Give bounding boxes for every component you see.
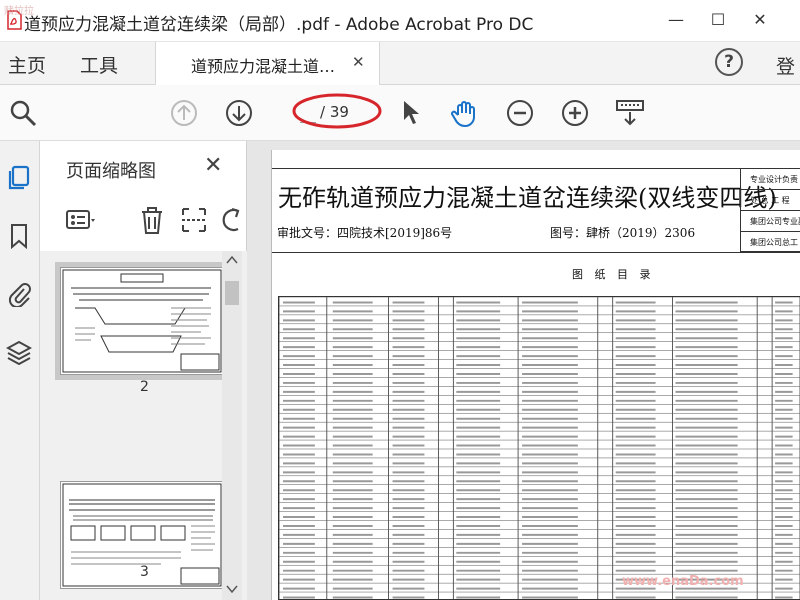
panel-toolbar [40,199,247,243]
thumbnail-page-number: 2 [140,379,149,395]
search-icon[interactable] [8,98,38,128]
maximize-button[interactable]: ☐ [706,8,730,32]
thumbnail-page-number: 3 [140,564,149,580]
tab-bar: 主页 工具 道预应力混凝土道… ✕ ? 登 [0,42,800,85]
drawing-preview [62,269,222,373]
drawing-number: 图号：肆桥（2019）2306 [550,226,696,240]
thumbnail-options-icon[interactable] [66,207,96,233]
bookmark-icon[interactable] [6,223,32,249]
tab-tools[interactable]: 工具 [80,51,118,78]
pdf-page: 无砟轨道预应力混凝土道岔连续梁(双线变四线) 审批文号：四院技术[2019]86… [271,150,800,600]
table-heading: 图 纸 目 录 [572,268,655,281]
left-rail [0,141,40,600]
signoff-box: 专业设计负责 处 总 工 程 集团公司专业副 集团公司总工 [740,168,800,252]
extract-page-icon[interactable] [180,205,208,235]
annotation-circle [292,93,382,129]
rotate-page-icon[interactable] [218,205,242,235]
previous-page-icon[interactable] [169,98,199,128]
site-watermark: www.enaDa.com [622,574,744,589]
thumbnail-panel: 页面缩略图 ✕ 2 3 [40,141,247,600]
document-view[interactable]: 无砟轨道预应力混凝土道岔连续梁(双线变四线) 审批文号：四院技术[2019]86… [247,141,800,600]
layers-icon[interactable] [6,339,32,365]
attachment-icon[interactable] [6,281,32,307]
close-window-button[interactable]: ✕ [748,8,772,32]
thumbnail-list: 2 [40,251,247,600]
tab-home[interactable]: 主页 [8,51,46,78]
help-button[interactable]: ? [715,48,743,76]
window-title: 道预应力混凝土道岔连续梁（局部）.pdf - Adobe Acrobat Pro… [24,15,534,35]
scroll-down-icon[interactable] [226,584,238,594]
panel-title: 页面缩略图 [66,161,156,182]
document-title: 无砟轨道预应力混凝土道岔连续梁(双线变四线) [278,184,777,212]
scroll-up-icon[interactable] [226,255,238,265]
zoom-in-icon[interactable] [560,98,590,128]
close-panel-icon[interactable]: ✕ [204,153,222,178]
drawing-index-table [278,296,800,600]
hand-tool-icon[interactable] [450,98,480,128]
sign-in-link[interactable]: 登 [776,52,795,79]
scrollbar-thumb[interactable] [225,281,239,305]
approval-number: 审批文号：四院技术[2019]86号 [277,226,453,240]
thumbnail-page-2[interactable] [55,262,229,380]
scroll-mode-icon[interactable] [615,98,645,128]
toolbar: / 39 [0,85,800,141]
thumbnail-scrollbar[interactable] [222,251,242,600]
zoom-out-icon[interactable] [505,98,535,128]
close-tab-icon[interactable]: ✕ [352,53,365,71]
page-thumbnails-icon[interactable] [6,165,32,191]
tab-document[interactable]: 道预应力混凝土道… ✕ [155,42,380,85]
document-tab-label: 道预应力混凝土道… [191,57,336,76]
select-cursor-icon[interactable] [396,98,426,128]
next-page-icon[interactable] [224,98,254,128]
minimize-button[interactable]: — [664,8,688,32]
title-bar: 赌拉拉 道预应力混凝土道岔连续梁（局部）.pdf - Adobe Acrobat… [0,0,800,42]
delete-page-icon[interactable] [138,205,166,235]
